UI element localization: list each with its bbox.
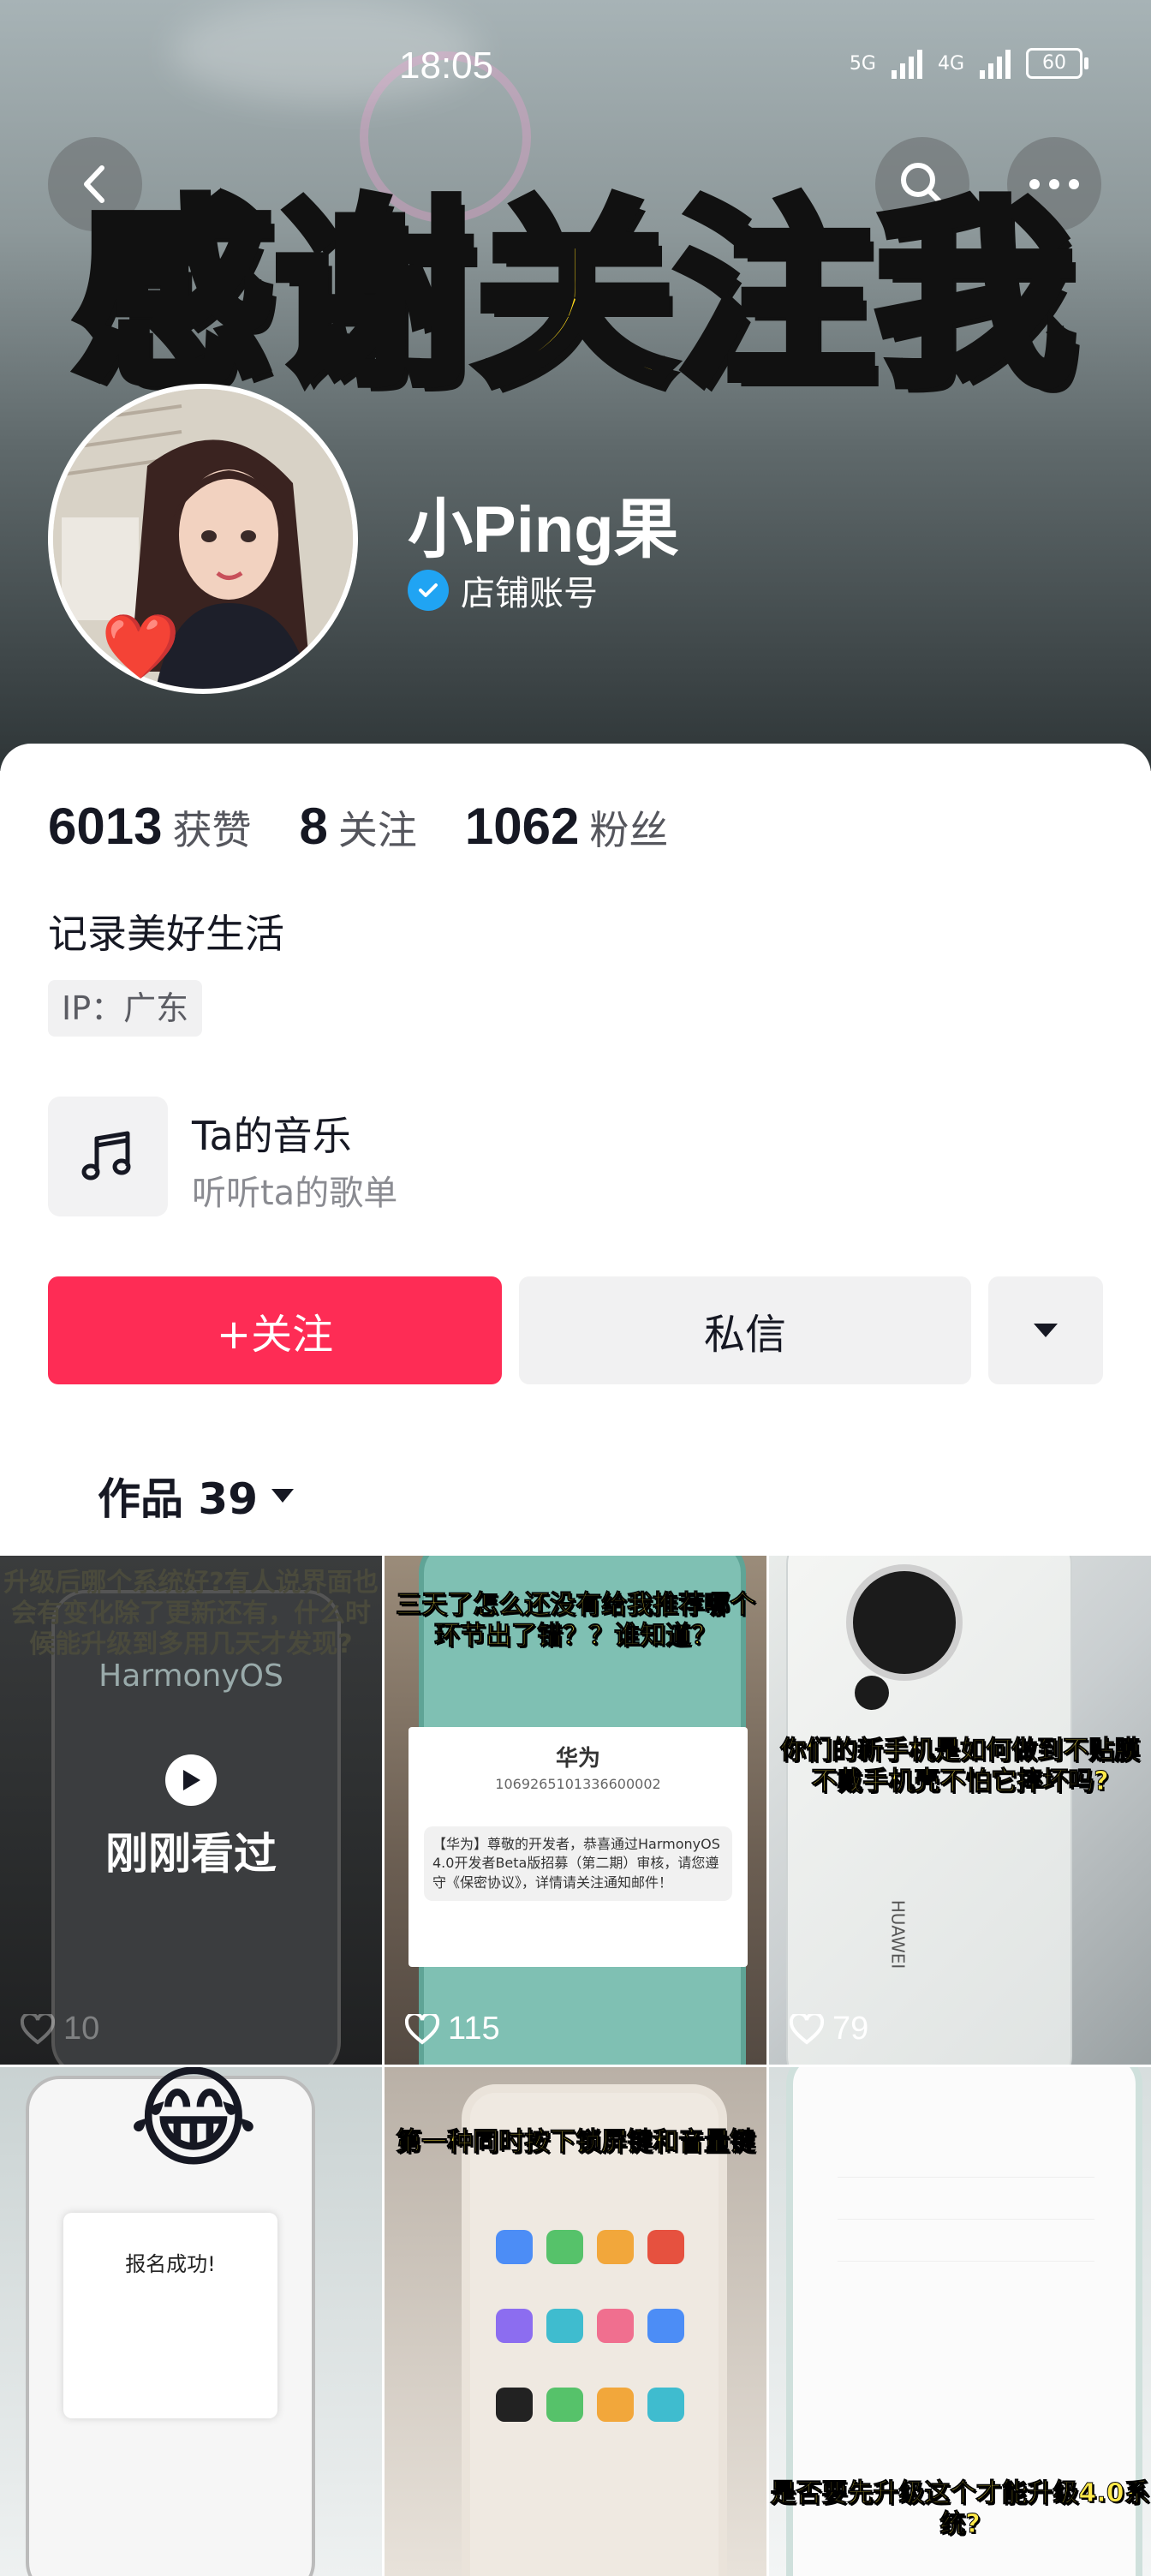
recently-watched-label: 刚刚看过 — [105, 1829, 277, 1879]
follow-button[interactable]: +关注 — [48, 1276, 502, 1384]
signal-icon — [891, 48, 922, 79]
stat-value: 6013 — [48, 798, 163, 855]
heart-badge-icon: ❤️ — [101, 610, 181, 684]
triangle-down-icon — [1034, 1324, 1058, 1337]
like-count: 115 — [405, 2011, 500, 2047]
bio-text: 记录美好生活 — [48, 911, 284, 957]
tab-works[interactable]: 作品 39 — [98, 1465, 295, 1527]
video-thumbnail[interactable]: HUAWEI 你们的新手机是如何做到不贴膜不戴手机壳不怕它摔坏吗? 79 — [769, 1556, 1151, 2065]
sms-screenshot: 华为 1069265101336600002 【华为】尊敬的开发者，恭喜通过Ha… — [409, 1727, 748, 1967]
like-count: 10 — [21, 2011, 99, 2047]
video-caption: 是否要先升级这个才能升级4.0系统? — [770, 2478, 1150, 2540]
stat-following[interactable]: 8 关注 — [299, 797, 416, 856]
success-popup: 报名成功! — [63, 2213, 277, 2418]
heart-outline-icon — [790, 2013, 824, 2045]
stat-label: 关注 — [337, 807, 417, 853]
play-icon — [165, 1754, 217, 1806]
video-thumbnail[interactable]: 第一种同时按下锁屏键和音量键 — [385, 2067, 766, 2576]
username: 小Ping果 — [408, 493, 679, 566]
account-type: 店铺账号 — [408, 565, 598, 615]
triangle-down-icon — [271, 1489, 294, 1503]
signal-icon — [980, 48, 1011, 79]
like-count: 79 — [790, 2011, 868, 2047]
ip-location-tag: IP：广东 — [48, 980, 203, 1037]
recently-watched-overlay: 刚刚看过 — [0, 1754, 382, 1881]
stat-value: 8 — [299, 798, 328, 855]
status-time: 18:05 — [399, 45, 494, 87]
camera-module — [846, 1564, 963, 1681]
stat-followers[interactable]: 1062 粉丝 — [465, 797, 668, 856]
video-thumbnail[interactable]: 升级后哪个系统好?有人说界面也会有变化除了更新还有，什么时候能升级到多用几天才发… — [0, 1556, 382, 2065]
laughing-emoji-icon: 😂 — [128, 2067, 259, 2183]
like-count-value: 115 — [448, 2011, 500, 2047]
status-icons: 5G 4G 60 — [849, 48, 1088, 79]
music-title: Ta的音乐 — [192, 1113, 352, 1159]
profile-header: 18:05 5G 4G 60 感谢关注我 ❤️ 小Ping果 店铺账号 — [0, 0, 1151, 771]
video-caption: 三天了怎么还没有给我推荐哪个环节出了错？？谁知道？ — [396, 1590, 756, 1652]
camera-lens — [855, 1676, 889, 1710]
message-button[interactable]: 私信 — [519, 1276, 971, 1384]
brand-text: HarmonyOS — [98, 1659, 283, 1694]
app-icons-grid — [496, 2230, 684, 2453]
network-label-4g: 4G — [937, 52, 964, 75]
network-label-5g: 5G — [849, 52, 876, 75]
video-thumbnail[interactable]: 😂 报名成功! — [0, 2067, 382, 2576]
battery-icon: 60 — [1026, 48, 1088, 79]
stat-value: 1062 — [464, 798, 580, 855]
avatar[interactable] — [48, 384, 358, 694]
account-type-label: 店铺账号 — [461, 574, 598, 613]
like-count-value: 79 — [832, 2011, 869, 2047]
video-caption: 第一种同时按下锁屏键和音量键 — [396, 2127, 756, 2158]
music-subtitle: 听听ta的歌单 — [192, 1174, 398, 1213]
tab-works-label: 作品 39 — [98, 1474, 258, 1524]
stat-label: 粉丝 — [589, 807, 669, 853]
like-count-value: 10 — [63, 2011, 100, 2047]
heart-outline-icon — [405, 2013, 439, 2045]
sms-body: 【华为】尊敬的开发者，恭喜通过HarmonyOS 4.0开发者Beta版招募（第… — [424, 1826, 732, 1902]
video-caption: 升级后哪个系统好?有人说界面也会有变化除了更新还有，什么时候能升级到多用几天才发… — [3, 1568, 379, 1659]
settings-list — [838, 2136, 1094, 2262]
verified-icon — [408, 570, 449, 611]
status-bar: 18:05 5G 4G 60 — [0, 45, 1151, 96]
heart-outline-icon — [21, 2013, 55, 2045]
stats-row: 6013 获赞 8 关注 1062 粉丝 — [48, 797, 668, 856]
music-note-icon — [48, 1097, 168, 1216]
sms-sender: 华为 — [555, 1746, 600, 1772]
stat-likes[interactable]: 6013 获赞 — [48, 797, 251, 856]
sms-number: 1069265101336600002 — [495, 1776, 661, 1792]
banner-text: 感谢关注我 — [69, 181, 1080, 412]
video-caption: 你们的新手机是如何做到不贴膜不戴手机壳不怕它摔坏吗? — [780, 1736, 1141, 1797]
more-actions-button[interactable] — [988, 1276, 1103, 1384]
music-entry[interactable]: Ta的音乐 听听ta的歌单 — [48, 1097, 819, 1220]
video-thumbnail[interactable]: 三天了怎么还没有给我推荐哪个环节出了错？？谁知道？ 华为 10692651013… — [385, 1556, 766, 2065]
video-grid: 升级后哪个系统好?有人说界面也会有变化除了更新还有，什么时候能升级到多用几天才发… — [0, 1556, 1151, 2576]
video-thumbnail[interactable]: 是否要先升级这个才能升级4.0系统? — [769, 2067, 1151, 2576]
brand-text: HUAWEI — [887, 1899, 909, 1969]
avatar-illustration — [53, 389, 353, 689]
stat-label: 获赞 — [172, 807, 252, 853]
